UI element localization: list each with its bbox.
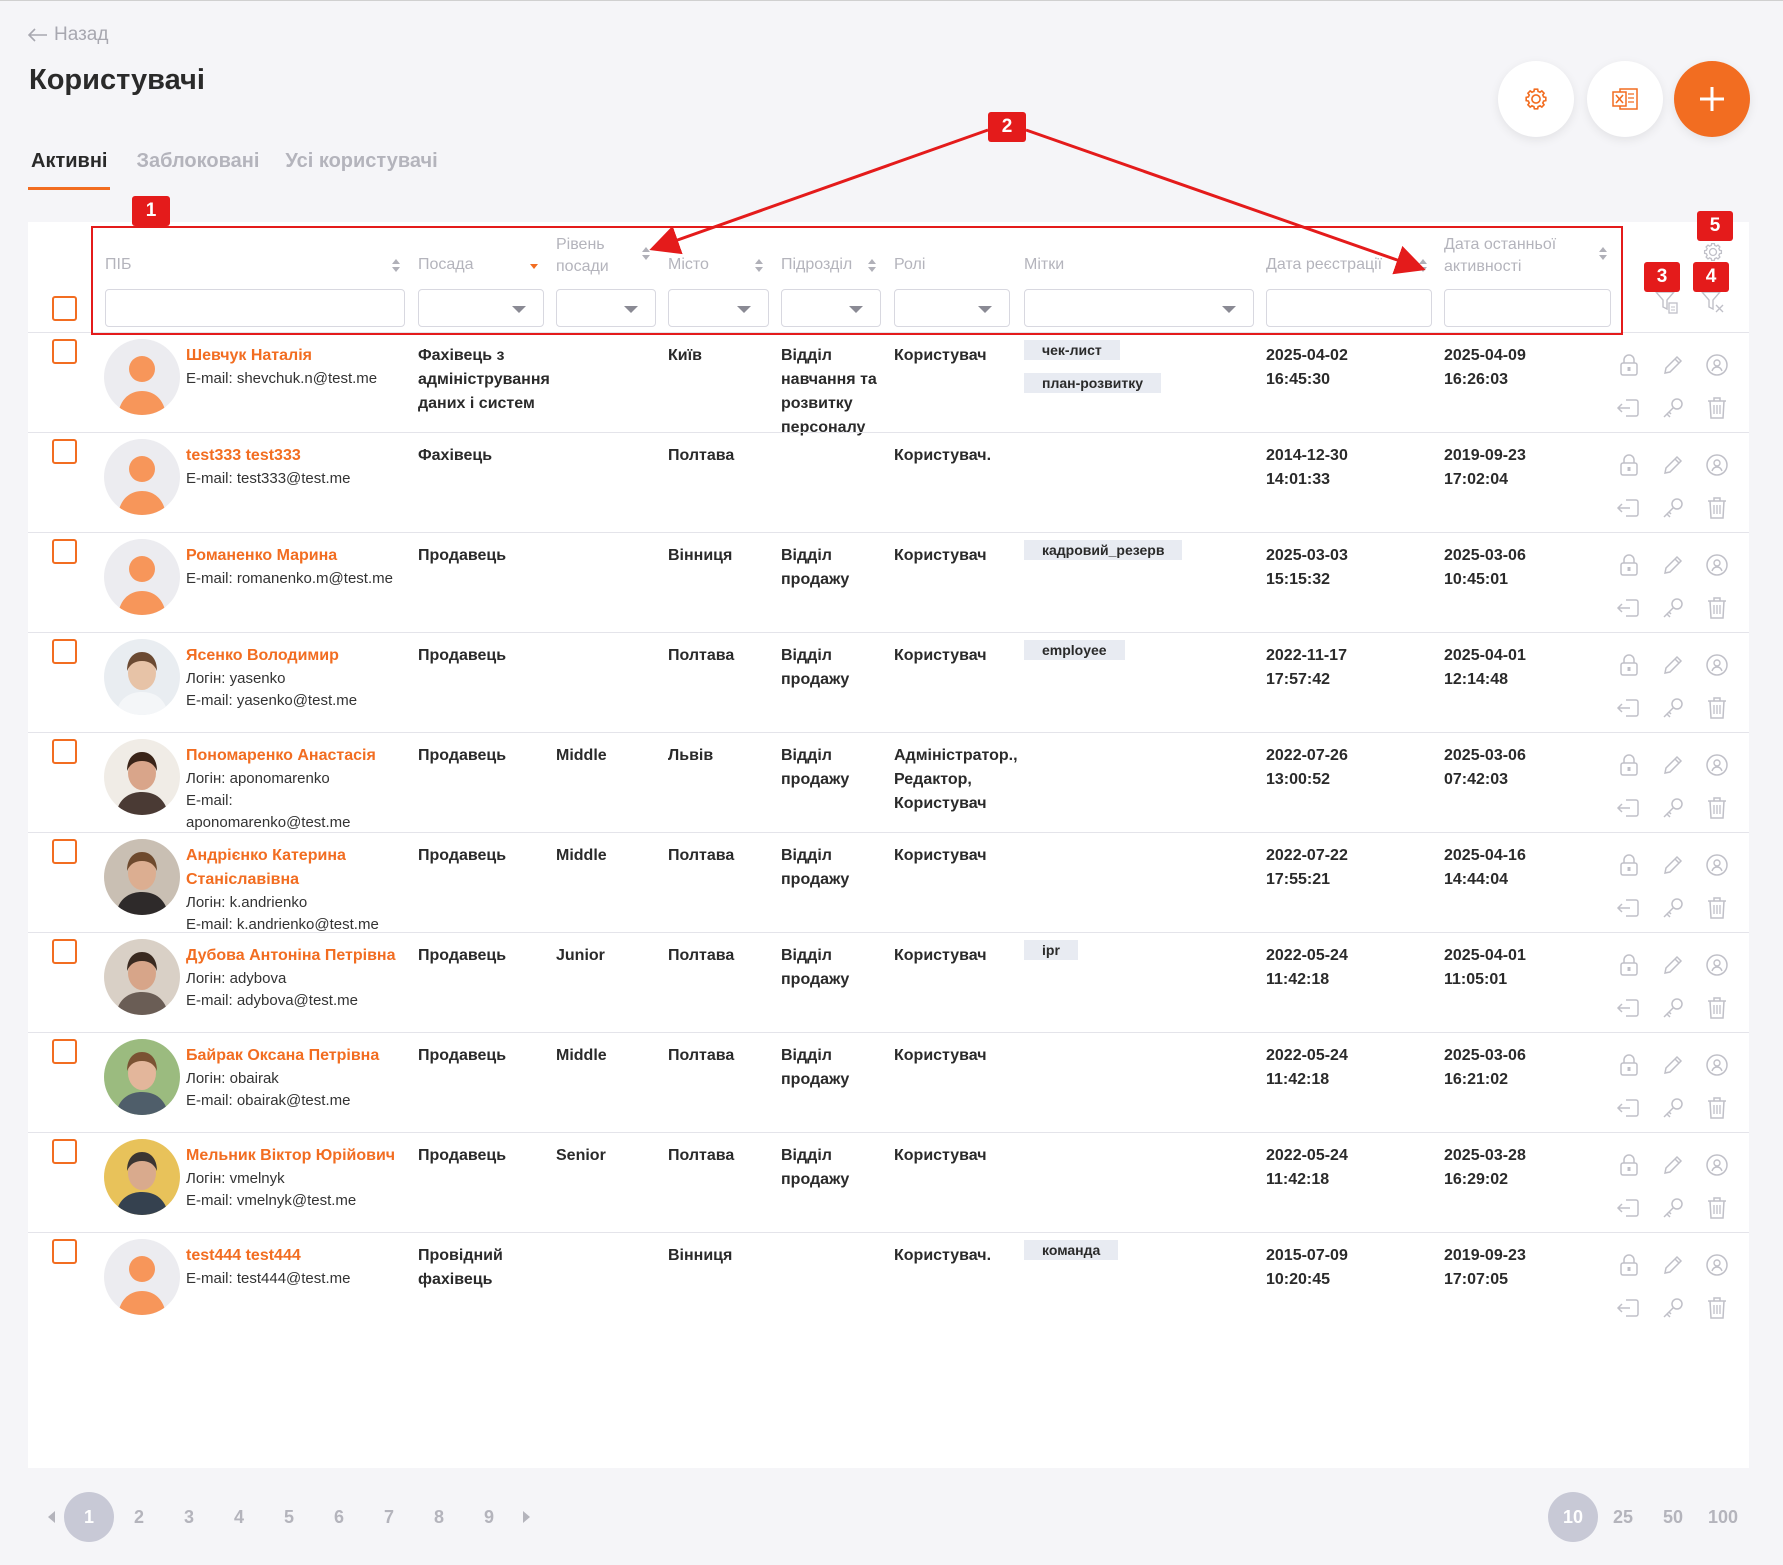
- page-button[interactable]: 8: [414, 1492, 464, 1542]
- page-button[interactable]: 9: [464, 1492, 514, 1542]
- page-list: 123456789: [64, 1492, 514, 1542]
- prev-page-button[interactable]: [40, 1492, 64, 1542]
- per-page-option[interactable]: 100: [1698, 1492, 1748, 1542]
- page-button[interactable]: 3: [164, 1492, 214, 1542]
- next-page-button[interactable]: [514, 1492, 538, 1542]
- page-button[interactable]: 5: [264, 1492, 314, 1542]
- annotation-arrow-right: [1025, 128, 1426, 275]
- per-page-selector: 10 25 50 100: [1548, 1492, 1748, 1542]
- caret-left-icon: [48, 1511, 55, 1523]
- per-page-option[interactable]: 10: [1548, 1492, 1598, 1542]
- page-button[interactable]: 4: [214, 1492, 264, 1542]
- page-button[interactable]: 2: [114, 1492, 164, 1542]
- per-page-option[interactable]: 25: [1598, 1492, 1648, 1542]
- annotation-arrows: [649, 128, 1426, 275]
- pagination: 123456789: [40, 1492, 538, 1542]
- caret-right-icon: [523, 1511, 530, 1523]
- annotation-arrow-left: [649, 128, 989, 255]
- per-page-option[interactable]: 50: [1648, 1492, 1698, 1542]
- page-button[interactable]: 6: [314, 1492, 364, 1542]
- page-button[interactable]: 1: [64, 1492, 114, 1542]
- page-button[interactable]: 7: [364, 1492, 414, 1542]
